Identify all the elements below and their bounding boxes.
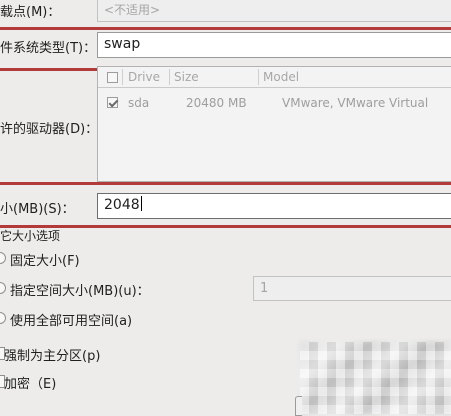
allowed-drives-list[interactable]: Drive Size Model sda 20480 MB VMware, VM… bbox=[97, 66, 451, 182]
size-value: 2048 bbox=[104, 197, 140, 213]
radio-fill-to-size[interactable] bbox=[0, 282, 6, 294]
size-spinbox[interactable]: 2048 bbox=[97, 193, 451, 219]
highlight-line-top bbox=[0, 27, 451, 30]
fill-to-size-spinbox[interactable]: 1 bbox=[253, 276, 451, 301]
mount-point-label: 载点(M)： bbox=[0, 5, 61, 20]
fixed-size-label[interactable]: 固定大小(F) bbox=[10, 250, 80, 269]
drive-row[interactable]: sda 20480 MB VMware, VMware Virtual bbox=[98, 93, 451, 113]
header-checkbox bbox=[107, 72, 118, 83]
radio-fixed-size[interactable] bbox=[0, 252, 6, 264]
drive-checkbox[interactable] bbox=[107, 97, 118, 108]
column-separator bbox=[169, 69, 170, 85]
drive-model: VMware, VMware Virtual bbox=[282, 96, 429, 110]
column-drive[interactable]: Drive bbox=[128, 67, 160, 87]
mount-point-combo[interactable]: <不适用> bbox=[97, 0, 451, 22]
fs-type-combo[interactable]: swap bbox=[97, 32, 451, 58]
size-label: 小(MB)(S)： bbox=[0, 202, 75, 217]
text-cursor bbox=[140, 196, 142, 211]
column-model[interactable]: Model bbox=[263, 67, 299, 87]
column-separator bbox=[122, 69, 123, 85]
size-options-title: 它大小选项 bbox=[0, 229, 61, 243]
fill-to-size-label[interactable]: 指定空间大小(MB)(u)： bbox=[10, 280, 150, 299]
fs-type-label: 件系统类型(T)： bbox=[0, 41, 97, 56]
highlight-line-size bbox=[0, 225, 451, 228]
fill-max-label[interactable]: 使用全部可用空间(a) bbox=[10, 310, 132, 329]
drives-list-header: Drive Size Model bbox=[98, 67, 451, 88]
drive-name: sda bbox=[128, 96, 150, 110]
radio-fill-max[interactable] bbox=[0, 312, 6, 324]
column-size[interactable]: Size bbox=[174, 67, 199, 87]
highlight-line-drives bbox=[0, 182, 451, 185]
allowed-drives-label: 许的驱动器(D)： bbox=[0, 122, 99, 137]
encrypt-label[interactable]: 加密（E) bbox=[4, 373, 56, 392]
drive-size: 20480 MB bbox=[186, 96, 247, 110]
button-edge bbox=[295, 396, 302, 416]
force-primary-label[interactable]: 强制为主分区(p) bbox=[4, 345, 100, 364]
column-separator bbox=[258, 69, 259, 85]
pixelated-region-overlay bbox=[300, 342, 451, 414]
